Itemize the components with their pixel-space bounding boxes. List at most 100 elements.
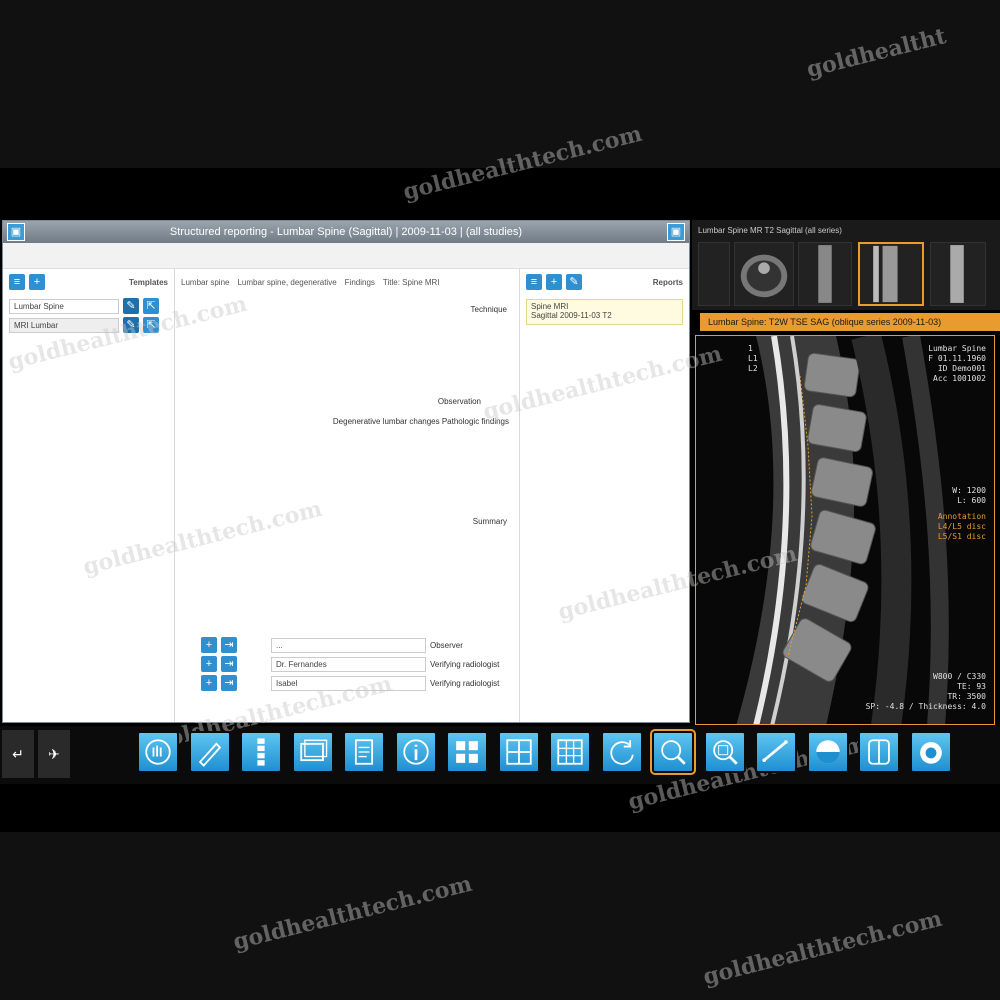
viewport-vertebra-labels: 1 L1 L2 <box>748 344 758 373</box>
reports-panel: ≡ + ✎ Reports Spine MRI Sagittal 2009-11… <box>520 269 689 722</box>
editor-tabs: Lumbar spine Lumbar spine, degenerative … <box>175 269 519 295</box>
series-thumbnail[interactable] <box>698 242 730 306</box>
tab-lumbar-degenerative[interactable]: Lumbar spine, degenerative <box>237 278 336 287</box>
radiologist-label-2: Verifying radiologist <box>430 678 500 688</box>
observer-field[interactable]: ... <box>271 637 426 653</box>
report-edit-icon[interactable]: ✎ <box>566 274 582 290</box>
observer-label: Observer <box>430 640 463 650</box>
form-row-radiologist-2: + ⇥ Isabel Verifying radiologist <box>201 675 509 691</box>
layout-9-icon <box>557 739 583 765</box>
window-level-tool-button[interactable] <box>858 731 900 773</box>
tab-findings[interactable]: Findings <box>345 278 375 287</box>
thumbs-header: Lumbar Spine MR T2 Sagittal (all series) <box>692 220 1000 240</box>
document-tool-button[interactable] <box>343 731 385 773</box>
template-open-icon[interactable]: ⇱ <box>143 298 159 314</box>
row-add-icon[interactable]: + <box>201 637 217 653</box>
spine-icon <box>257 738 265 766</box>
template-add-icon[interactable]: + <box>29 274 45 290</box>
templates-label: Templates <box>129 277 168 287</box>
template-item-1[interactable]: Lumbar Spine <box>9 298 119 314</box>
radiologist-label-1: Verifying radiologist <box>430 659 500 669</box>
camera-tool-button[interactable] <box>909 731 952 773</box>
viewport-window-info: W: 1200 L: 600 <box>952 486 986 505</box>
window-close-icon[interactable]: ▣ <box>667 223 685 241</box>
template-open-icon[interactable]: ⇱ <box>143 317 159 333</box>
layout-4-icon <box>505 739 532 765</box>
row-add-icon[interactable]: + <box>201 675 217 691</box>
viewport-annotation-info: Annotation L4/L5 disc L5/S1 disc <box>937 512 986 541</box>
series-thumbnail[interactable] <box>734 242 794 306</box>
send-button[interactable]: ✈ <box>38 730 70 778</box>
form-row-radiologist-1: + ⇥ Dr. Fernandes Verifying radiologist <box>201 656 509 672</box>
template-item-2[interactable]: MRI Lumbar <box>9 317 119 333</box>
row-remove-icon[interactable]: ⇥ <box>221 656 237 672</box>
undo-button[interactable]: ↵ <box>2 730 34 778</box>
spine-tool-button[interactable] <box>240 731 282 773</box>
report-add-icon[interactable]: + <box>546 274 562 290</box>
series-thumbnail-bar: Lumbar Spine MR T2 Sagittal (all series) <box>692 220 1000 310</box>
zoom-region-icon <box>712 740 738 765</box>
template-row-1[interactable]: Lumbar Spine ✎ ⇱ <box>9 298 168 314</box>
report-entry-sub: Sagittal 2009-11-03 T2 <box>531 311 612 320</box>
radiologist-field-2[interactable]: Isabel <box>271 675 426 691</box>
template-edit-icon[interactable]: ✎ <box>123 317 139 333</box>
layout-4-tool-button[interactable] <box>497 731 540 773</box>
rotate-icon <box>609 740 634 765</box>
report-new-icon[interactable]: ≡ <box>526 274 542 290</box>
info-icon <box>402 739 429 765</box>
technique-heading: Technique <box>470 305 507 314</box>
reports-header: ≡ + ✎ Reports <box>520 269 689 295</box>
template-row-2[interactable]: MRI Lumbar ✎ ⇱ <box>9 317 168 333</box>
mri-viewport[interactable]: 1 L1 L2 Lumbar Spine F 01.11.1960 ID Dem… <box>695 335 995 725</box>
templates-panel: ≡ + Templates Lumbar Spine ✎ ⇱ MRI Lumba… <box>3 269 175 722</box>
bottom-black-band <box>0 832 1000 1000</box>
camera-icon <box>919 742 942 764</box>
report-window-titlebar: ▣ Structured reporting - Lumbar Spine (S… <box>3 221 689 243</box>
report-editor-panel: Lumbar spine Lumbar spine, degenerative … <box>175 269 520 722</box>
pencil-tool-button[interactable] <box>188 731 231 773</box>
grid-2x2-icon <box>456 741 478 763</box>
radiologist-field-1[interactable]: Dr. Fernandes <box>271 656 426 672</box>
window-level-icon <box>868 739 890 765</box>
signature-form: + ⇥ ... Observer + ⇥ Dr. Fernandes Verif… <box>195 634 515 694</box>
row-remove-icon[interactable]: ⇥ <box>221 675 237 691</box>
observation-heading: Observation <box>437 397 481 406</box>
image-stack-icon <box>299 739 327 762</box>
info-tool-button[interactable] <box>394 731 437 773</box>
measure-tool-button[interactable] <box>755 731 797 773</box>
hand-icon <box>145 739 171 765</box>
template-edit-icon[interactable]: ✎ <box>123 298 139 314</box>
pencil-icon <box>198 742 221 767</box>
observation-text[interactable]: Degenerative lumbar changes Pathologic f… <box>333 417 509 426</box>
row-remove-icon[interactable]: ⇥ <box>221 637 237 653</box>
measure-icon <box>762 740 788 762</box>
hand-tool-button[interactable] <box>137 731 179 773</box>
image-stack-tool-button[interactable] <box>291 731 334 773</box>
tab-title[interactable]: Title: Spine MRI <box>383 278 440 287</box>
report-list-item[interactable]: Spine MRI Sagittal 2009-11-03 T2 <box>526 299 683 325</box>
grid-2x2-tool-button[interactable] <box>446 731 488 773</box>
window-menu-icon[interactable]: ▣ <box>7 223 25 241</box>
layout-9-tool-button[interactable] <box>549 731 591 773</box>
viewport-patient-info: Lumbar Spine F 01.11.1960 ID Demo001 Acc… <box>928 344 986 383</box>
rotate-tool-button[interactable] <box>600 731 643 773</box>
series-thumbnail[interactable] <box>798 242 852 306</box>
viewport-acquisition-info: W800 / C330 TE: 93 TR: 3500 SP: -4.8 / T… <box>865 672 986 711</box>
report-window-body: ≡ + Templates Lumbar Spine ✎ ⇱ MRI Lumba… <box>3 243 689 722</box>
tab-lumbar[interactable]: Lumbar spine <box>181 278 229 287</box>
zoom-tool-button[interactable] <box>650 729 696 775</box>
row-add-icon[interactable]: + <box>201 656 217 672</box>
contrast-tool-button[interactable] <box>806 731 849 773</box>
templates-header: ≡ + Templates <box>3 269 174 295</box>
report-toolbar-strip <box>3 243 689 269</box>
series-thumbnail-active[interactable] <box>858 242 924 306</box>
screenshot-stage: ▣ Structured reporting - Lumbar Spine (S… <box>0 0 1000 1000</box>
viewport-title-bar[interactable]: Lumbar Spine: T2W TSE SAG (oblique serie… <box>700 313 1000 331</box>
report-window-title: Structured reporting - Lumbar Spine (Sag… <box>169 226 523 238</box>
reports-label: Reports <box>652 277 683 287</box>
zoom-region-tool-button[interactable] <box>703 731 746 773</box>
series-thumbnail[interactable] <box>930 242 986 306</box>
top-black-band <box>0 0 1000 168</box>
template-menu-icon[interactable]: ≡ <box>9 274 25 290</box>
document-icon <box>354 739 374 765</box>
